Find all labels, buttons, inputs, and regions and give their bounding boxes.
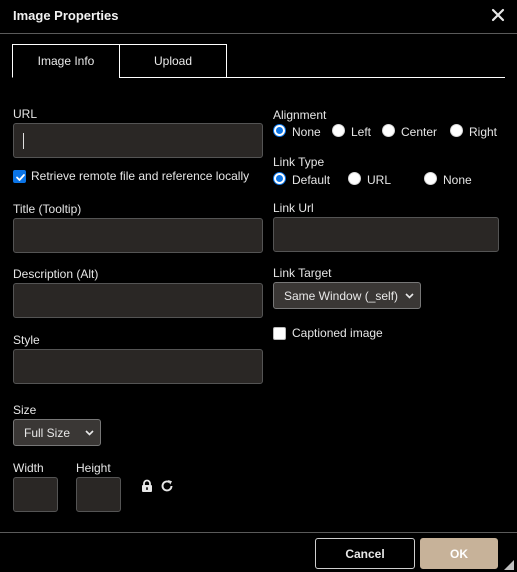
close-icon[interactable]	[491, 8, 505, 22]
tab-image-info-label: Image Info	[37, 54, 95, 68]
style-input[interactable]	[13, 349, 263, 384]
retrieve-remote-checkbox[interactable]	[13, 170, 26, 183]
lock-icon[interactable]	[140, 479, 154, 493]
retrieve-remote-label: Retrieve remote file and reference local…	[31, 169, 250, 183]
chevron-down-icon	[85, 429, 94, 436]
title-label: Title (Tooltip)	[13, 202, 82, 216]
chevron-down-icon	[405, 292, 414, 299]
link-type-label: Link Type	[273, 155, 325, 169]
height-input[interactable]	[76, 477, 121, 512]
link-type-radio-url[interactable]	[348, 172, 361, 185]
footer-divider	[0, 532, 517, 533]
tab-upload-label: Upload	[153, 54, 193, 68]
link-type-option-default: Default	[292, 173, 331, 187]
link-type-radio-default[interactable]	[273, 172, 286, 185]
url-input[interactable]	[13, 123, 263, 158]
size-select[interactable]: Full Size	[13, 419, 101, 446]
size-label: Size	[13, 403, 37, 417]
alignment-radio-none[interactable]	[273, 124, 286, 137]
link-target-label: Link Target	[273, 266, 332, 280]
text-caret	[23, 133, 24, 149]
alignment-option-none: None	[292, 125, 321, 139]
link-target-select[interactable]: Same Window (_self)	[273, 282, 421, 309]
alignment-radio-left[interactable]	[332, 124, 345, 137]
height-label: Height	[76, 461, 111, 475]
size-select-value: Full Size	[24, 425, 71, 440]
captioned-image-checkbox[interactable]	[273, 327, 286, 340]
tab-upload[interactable]: Upload	[119, 44, 227, 78]
link-type-option-url: URL	[367, 173, 392, 187]
captioned-image-label: Captioned image	[292, 326, 383, 340]
ok-button-label: OK	[450, 546, 468, 561]
dialog-title: Image Properties	[13, 8, 119, 23]
link-type-option-none: None	[443, 173, 472, 187]
alignment-option-left: Left	[351, 125, 372, 139]
dialog-titlebar: Image Properties	[0, 0, 517, 34]
refresh-icon[interactable]	[160, 479, 174, 493]
image-properties-dialog: Image Properties Image Info Upload URL R…	[0, 0, 517, 572]
tab-image-info[interactable]: Image Info	[12, 44, 120, 78]
alignment-label: Alignment	[273, 108, 327, 122]
description-label: Description (Alt)	[13, 267, 99, 281]
resize-grip-icon[interactable]	[504, 559, 514, 570]
cancel-button[interactable]: Cancel	[315, 538, 415, 569]
description-input[interactable]	[13, 283, 263, 318]
style-label: Style	[13, 333, 40, 347]
link-type-radio-none[interactable]	[424, 172, 437, 185]
link-url-input[interactable]	[273, 217, 499, 252]
active-tab-gap	[13, 77, 119, 78]
alignment-option-right: Right	[469, 125, 498, 139]
alignment-radio-right[interactable]	[450, 124, 463, 137]
width-label: Width	[13, 461, 44, 475]
alignment-radio-center[interactable]	[382, 124, 395, 137]
title-input[interactable]	[13, 218, 263, 253]
ok-button[interactable]: OK	[420, 538, 498, 569]
alignment-option-center: Center	[401, 125, 438, 139]
cancel-button-label: Cancel	[345, 546, 385, 561]
link-url-label: Link Url	[273, 201, 314, 215]
url-label: URL	[13, 107, 38, 121]
link-target-select-value: Same Window (_self)	[284, 288, 399, 303]
width-input[interactable]	[13, 477, 58, 512]
